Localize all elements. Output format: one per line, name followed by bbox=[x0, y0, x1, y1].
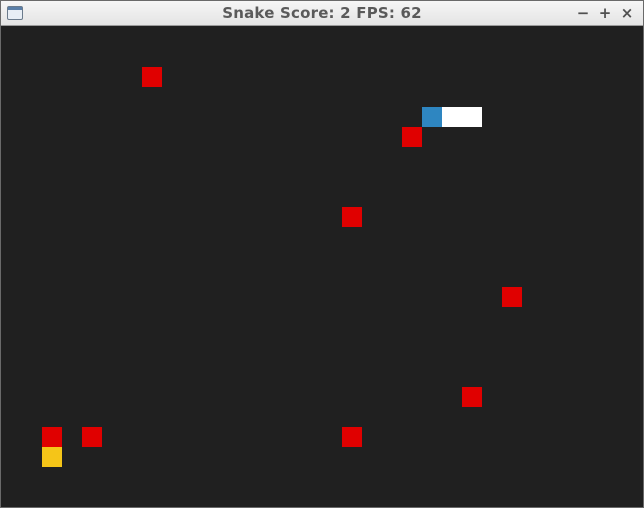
obstacle-block bbox=[502, 287, 522, 307]
title-bar[interactable]: Snake Score: 2 FPS: 62 − + × bbox=[1, 1, 643, 26]
close-button[interactable]: × bbox=[618, 4, 636, 22]
window-title: Snake Score: 2 FPS: 62 bbox=[222, 4, 422, 22]
obstacle-block bbox=[142, 67, 162, 87]
obstacle-block bbox=[342, 427, 362, 447]
minimize-button[interactable]: − bbox=[574, 4, 592, 22]
obstacle-block bbox=[42, 427, 62, 447]
obstacle-block bbox=[342, 207, 362, 227]
obstacle-block bbox=[402, 127, 422, 147]
obstacle-block bbox=[82, 427, 102, 447]
obstacle-block bbox=[462, 387, 482, 407]
game-window: Snake Score: 2 FPS: 62 − + × bbox=[0, 0, 644, 508]
maximize-button[interactable]: + bbox=[596, 4, 614, 22]
food-pellet bbox=[42, 447, 62, 467]
snake-head bbox=[422, 107, 442, 127]
snake-body-segment bbox=[442, 107, 462, 127]
snake-body-segment bbox=[462, 107, 482, 127]
game-board[interactable] bbox=[2, 27, 642, 507]
